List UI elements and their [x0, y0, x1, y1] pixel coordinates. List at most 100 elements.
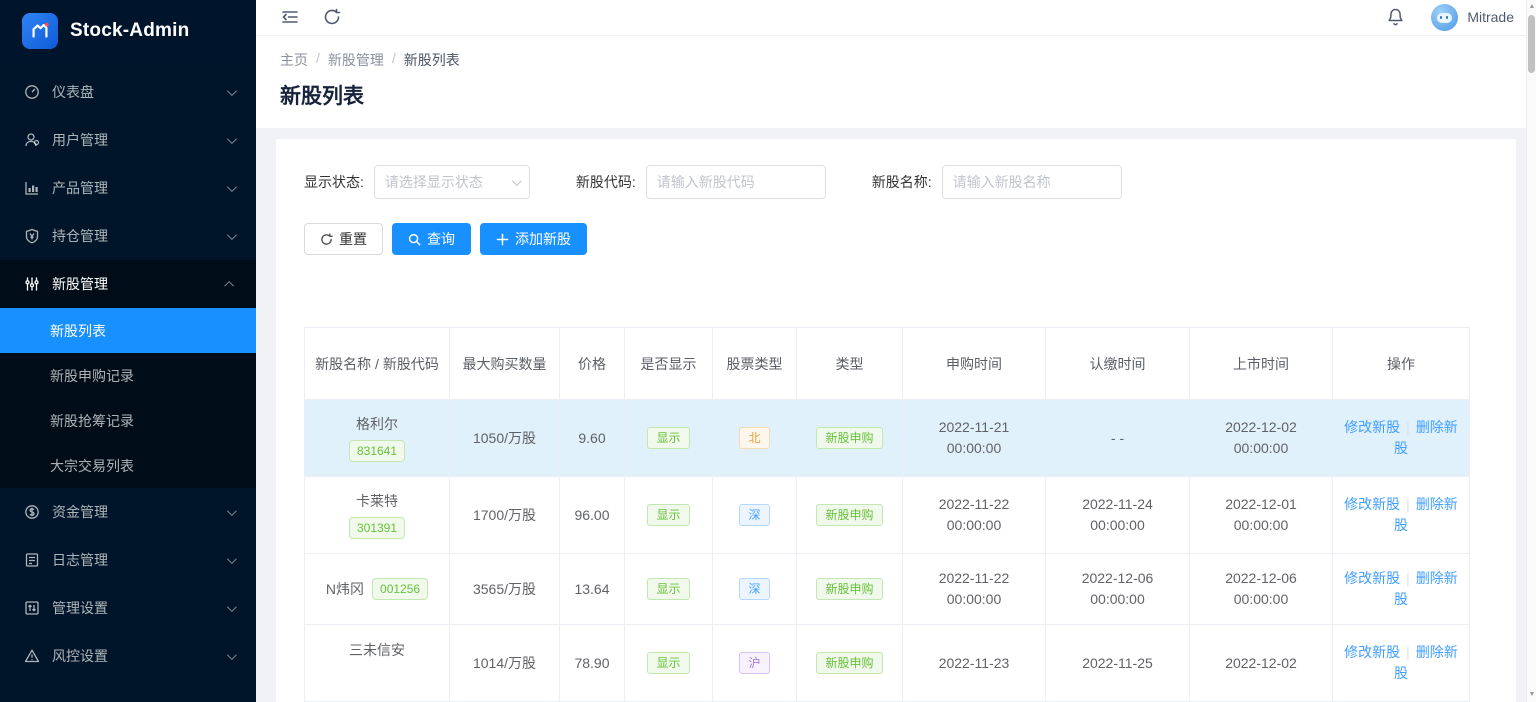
- status-select[interactable]: 请选择显示状态: [374, 165, 530, 199]
- sidebar-item-funds[interactable]: 资金管理: [0, 488, 256, 536]
- gauge-icon: [24, 84, 40, 100]
- stock-name: 三未信安: [349, 640, 405, 661]
- chevron-down-icon: [227, 182, 237, 192]
- sidebar-subitem-ipo-grab-records[interactable]: 新股抢筹记录: [0, 398, 256, 443]
- col-type: 类型: [797, 328, 903, 400]
- filter-row: 显示状态: 请选择显示状态 新股代码: 新股名称:: [304, 165, 1488, 199]
- apply-time: 00:00:00: [911, 589, 1037, 610]
- max-qty-value: 3565/万股: [450, 554, 560, 625]
- max-qty-value: 1014/万股: [450, 625, 560, 702]
- market-badge: 深: [739, 578, 769, 600]
- breadcrumb: 主页 / 新股管理 / 新股列表: [280, 50, 1512, 70]
- content-card: 显示状态: 请选择显示状态 新股代码: 新股名称:: [276, 139, 1516, 702]
- op-divider: |: [1406, 644, 1410, 660]
- pay-date: 2022-12-06: [1054, 568, 1181, 589]
- visible-badge: 显示: [647, 652, 689, 674]
- sidebar-item-label: 新股管理: [52, 274, 227, 294]
- col-price: 价格: [560, 328, 625, 400]
- sidebar-item-label: 管理设置: [52, 598, 227, 618]
- shield-yen-icon: [24, 228, 40, 244]
- sidebar: Stock-Admin 仪表盘 用户管理 产品管理 持仓管理: [0, 0, 256, 702]
- list-date: 2022-12-06: [1198, 568, 1324, 589]
- sidebar-item-ipo-management[interactable]: 新股管理: [0, 260, 256, 308]
- dollar-circle-icon: [24, 504, 40, 520]
- topbar-right: Mitrade: [1386, 4, 1514, 31]
- apply-time: 00:00:00: [911, 515, 1037, 536]
- page-head: 主页 / 新股管理 / 新股列表 新股列表: [256, 36, 1536, 128]
- apply-date: 2022-11-23: [911, 653, 1037, 674]
- breadcrumb-current: 新股列表: [404, 50, 460, 70]
- chevron-down-icon: [227, 86, 237, 96]
- market-badge: 深: [739, 504, 769, 526]
- list-time: 00:00:00: [1198, 515, 1324, 536]
- apply-date: 2022-11-22: [911, 494, 1037, 515]
- add-ipo-button[interactable]: 添加新股: [480, 223, 587, 255]
- chevron-down-icon: [227, 506, 237, 516]
- op-divider: |: [1406, 496, 1410, 512]
- delete-ipo-link[interactable]: 删除新股: [1394, 419, 1458, 456]
- bell-icon[interactable]: [1386, 7, 1405, 27]
- reset-button[interactable]: 重置: [304, 223, 383, 255]
- sidebar-item-dashboard[interactable]: 仪表盘: [0, 68, 256, 116]
- name-input[interactable]: [942, 165, 1122, 199]
- edit-ipo-link[interactable]: 修改新股: [1344, 496, 1400, 512]
- topbar: Mitrade: [256, 0, 1536, 36]
- edit-ipo-link[interactable]: 修改新股: [1344, 419, 1400, 435]
- col-list-time: 上市时间: [1190, 328, 1333, 400]
- breadcrumb-ipo-management[interactable]: 新股管理: [328, 50, 384, 70]
- apply-date: 2022-11-21: [911, 417, 1037, 438]
- visible-badge: 显示: [647, 578, 689, 600]
- avatar[interactable]: [1431, 4, 1458, 31]
- sidebar-subitem-block-trade-list[interactable]: 大宗交易列表: [0, 443, 256, 488]
- sidebar-subitem-ipo-apply-records[interactable]: 新股申购记录: [0, 353, 256, 398]
- sidebar-item-admin-settings[interactable]: 管理设置: [0, 584, 256, 632]
- sidebar-item-label: 用户管理: [52, 130, 227, 150]
- filter-name-group: 新股名称:: [872, 165, 1122, 199]
- status-filter-label: 显示状态:: [304, 172, 364, 192]
- table-row: 格利尔 831641 1050/万股 9.60 显示 北 新股申购 2022-1…: [305, 400, 1470, 477]
- col-name-code: 新股名称 / 新股代码: [305, 328, 450, 400]
- query-button[interactable]: 查询: [392, 223, 471, 255]
- ipo-table: 新股名称 / 新股代码 最大购买数量 价格 是否显示 股票类型 类型 申购时间 …: [304, 327, 1470, 702]
- main-area: Mitrade 主页 / 新股管理 / 新股列表 新股列表 显示状态: 请选择显…: [256, 0, 1536, 702]
- user-name[interactable]: Mitrade: [1467, 9, 1514, 25]
- delete-ipo-link[interactable]: 删除新股: [1394, 496, 1458, 533]
- edit-ipo-link[interactable]: 修改新股: [1344, 570, 1400, 586]
- sidebar-item-label: 持仓管理: [52, 226, 227, 246]
- sidebar-item-positions[interactable]: 持仓管理: [0, 212, 256, 260]
- col-stock-type: 股票类型: [713, 328, 797, 400]
- max-qty-value: 1050/万股: [450, 400, 560, 477]
- edit-ipo-link[interactable]: 修改新股: [1344, 644, 1400, 660]
- scroll-up-arrow[interactable]: ▲: [1527, 1, 1536, 13]
- sidebar-item-products[interactable]: 产品管理: [0, 164, 256, 212]
- sidebar-item-users[interactable]: 用户管理: [0, 116, 256, 164]
- sidebar-item-risk-settings[interactable]: 风控设置: [0, 632, 256, 680]
- vertical-scrollbar[interactable]: ▲ ▼: [1526, 0, 1536, 702]
- list-time: 00:00:00: [1198, 589, 1324, 610]
- app-root: Stock-Admin 仪表盘 用户管理 产品管理 持仓管理: [0, 0, 1536, 702]
- logo-row[interactable]: Stock-Admin: [0, 0, 256, 62]
- stock-code-badge: 301391: [349, 517, 405, 539]
- stock-name: 卡莱特: [356, 491, 398, 512]
- breadcrumb-home[interactable]: 主页: [280, 50, 308, 70]
- chevron-down-icon: [227, 602, 237, 612]
- sidebar-subitem-ipo-list[interactable]: 新股列表: [0, 308, 256, 353]
- list-date: 2022-12-01: [1198, 494, 1324, 515]
- reload-icon[interactable]: [322, 7, 342, 27]
- menu-fold-icon[interactable]: [280, 7, 300, 27]
- visible-badge: 显示: [647, 427, 689, 449]
- table-row: N炜冈 001256 3565/万股 13.64 显示 深 新股申购 2022-…: [305, 554, 1470, 625]
- delete-ipo-link[interactable]: 删除新股: [1394, 644, 1458, 681]
- stock-name: 格利尔: [356, 414, 398, 435]
- status-select-placeholder: 请选择显示状态: [385, 172, 512, 192]
- code-filter-label: 新股代码:: [576, 172, 636, 192]
- scrollbar-thumb[interactable]: [1528, 15, 1535, 73]
- filter-code-group: 新股代码:: [576, 165, 826, 199]
- scroll-down-arrow[interactable]: ▼: [1527, 689, 1536, 701]
- col-operations: 操作: [1333, 328, 1470, 400]
- code-input[interactable]: [646, 165, 826, 199]
- delete-ipo-link[interactable]: 删除新股: [1394, 570, 1458, 607]
- warning-triangle-icon: [24, 648, 40, 664]
- sidebar-item-logs[interactable]: 日志管理: [0, 536, 256, 584]
- chevron-down-icon: [227, 230, 237, 240]
